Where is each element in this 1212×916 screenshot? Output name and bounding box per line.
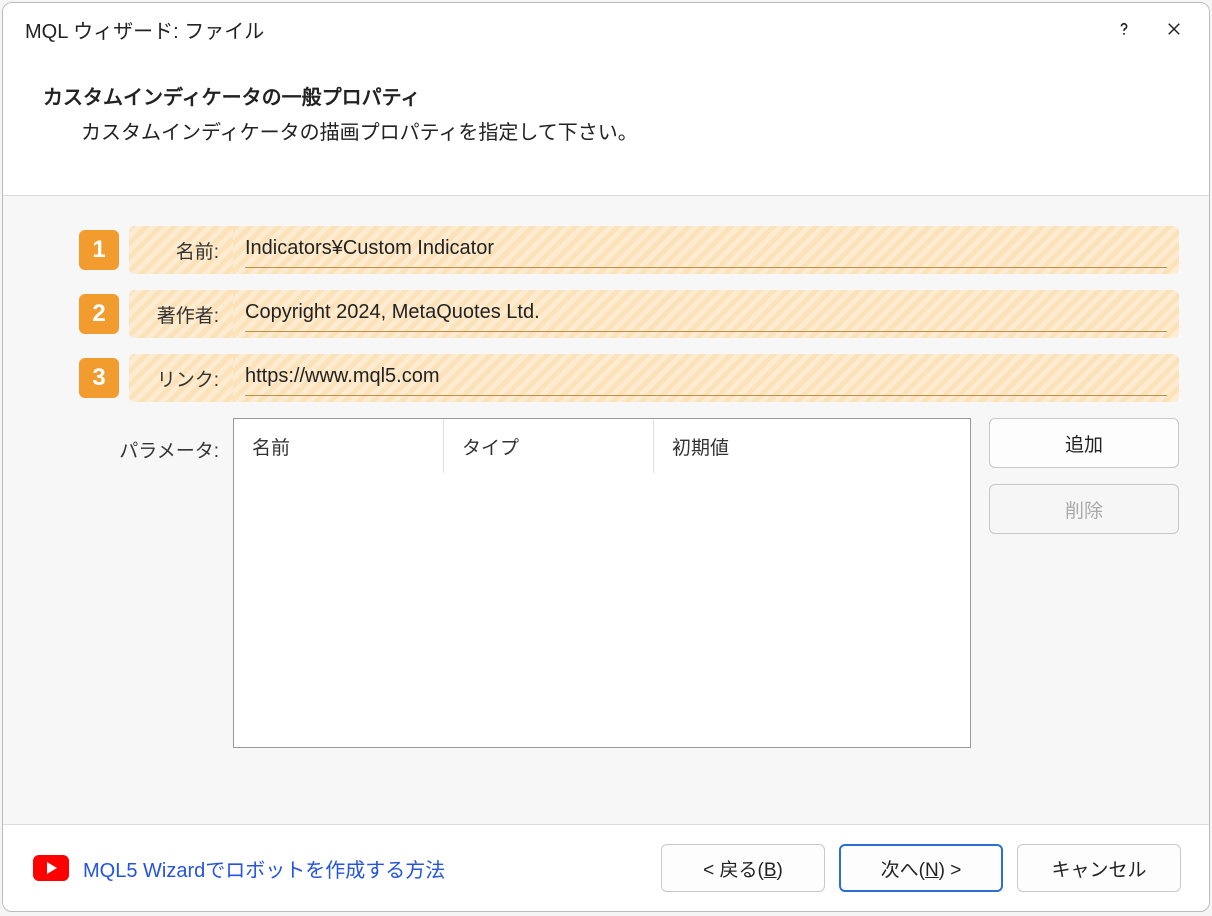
col-header-name[interactable]: 名前 bbox=[234, 419, 444, 473]
name-input-cell bbox=[233, 226, 1179, 274]
parameters-label: パラメータ: bbox=[79, 418, 233, 463]
col-header-init[interactable]: 初期値 bbox=[654, 419, 970, 473]
footer-area: MQL5 Wizardでロボットを作成する方法 < 戻る(B) 次へ(N) > … bbox=[3, 825, 1209, 911]
youtube-icon[interactable] bbox=[33, 855, 69, 881]
name-input[interactable] bbox=[245, 232, 1167, 268]
marker-3: 3 bbox=[79, 358, 119, 398]
link-input[interactable] bbox=[245, 360, 1167, 396]
author-row: 2 著作者: bbox=[79, 290, 1179, 338]
tutorial-link[interactable]: MQL5 Wizardでロボットを作成する方法 bbox=[83, 854, 445, 883]
delete-button: 削除 bbox=[989, 484, 1179, 534]
close-button[interactable] bbox=[1149, 9, 1199, 49]
page-title: カスタムインディケータの一般プロパティ bbox=[43, 81, 1169, 110]
marker-2: 2 bbox=[79, 294, 119, 334]
titlebar: MQL ウィザード: ファイル bbox=[3, 3, 1209, 55]
col-header-type[interactable]: タイプ bbox=[444, 419, 654, 473]
parameters-table[interactable]: 名前 タイプ 初期値 bbox=[233, 418, 971, 748]
link-row: 3 リンク: bbox=[79, 354, 1179, 402]
name-row: 1 名前: bbox=[79, 226, 1179, 274]
marker-1: 1 bbox=[79, 230, 119, 270]
page-subtitle: カスタムインディケータの描画プロパティを指定して下さい。 bbox=[43, 116, 1169, 145]
back-button[interactable]: < 戻る(B) bbox=[661, 844, 825, 892]
header-area: カスタムインディケータの一般プロパティ カスタムインディケータの描画プロパティを… bbox=[3, 55, 1209, 195]
author-input-cell bbox=[233, 290, 1179, 338]
help-button[interactable] bbox=[1099, 9, 1149, 49]
body-area: 1 名前: 2 著作者: 3 リンク: パラメータ: bbox=[3, 195, 1209, 825]
help-icon bbox=[1115, 20, 1133, 38]
parameters-row: パラメータ: 名前 タイプ 初期値 追加 削除 bbox=[79, 418, 1179, 748]
parameters-table-header: 名前 タイプ 初期値 bbox=[234, 419, 970, 473]
link-label: リンク: bbox=[129, 354, 233, 402]
parameters-table-wrap: 名前 タイプ 初期値 追加 削除 bbox=[233, 418, 1179, 748]
cancel-button[interactable]: キャンセル bbox=[1017, 844, 1181, 892]
parameters-buttons: 追加 削除 bbox=[989, 418, 1179, 748]
window-title: MQL ウィザード: ファイル bbox=[25, 15, 1099, 44]
close-icon bbox=[1165, 20, 1183, 38]
next-button[interactable]: 次へ(N) > bbox=[839, 844, 1003, 892]
author-label: 著作者: bbox=[129, 290, 233, 338]
link-input-cell bbox=[233, 354, 1179, 402]
author-input[interactable] bbox=[245, 296, 1167, 332]
name-label: 名前: bbox=[129, 226, 233, 274]
add-button[interactable]: 追加 bbox=[989, 418, 1179, 468]
wizard-dialog: MQL ウィザード: ファイル カスタムインディケータの一般プロパティ カスタム… bbox=[2, 2, 1210, 912]
